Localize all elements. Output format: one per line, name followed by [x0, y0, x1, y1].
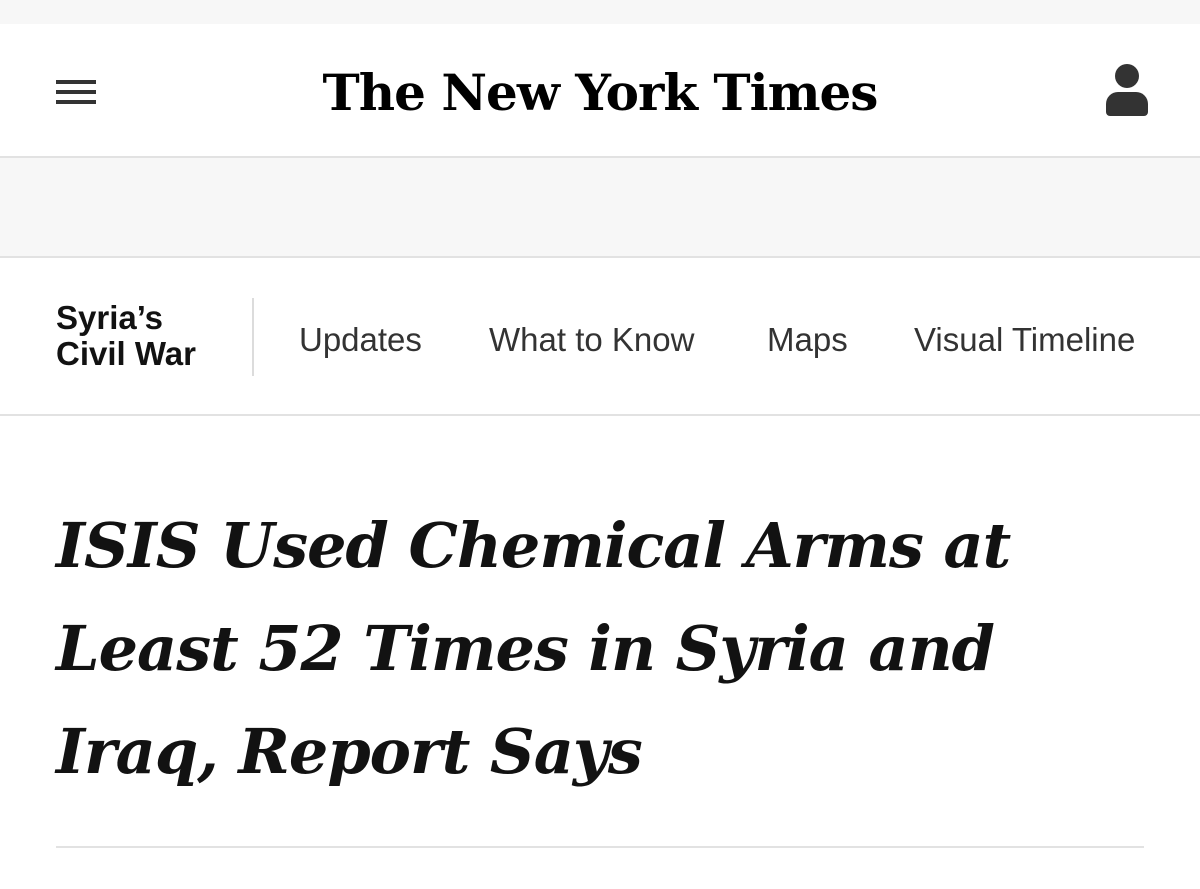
account-person-icon[interactable]	[1104, 64, 1150, 120]
nyt-logo[interactable]: The New York Times	[320, 54, 880, 132]
nav-maps[interactable]: Maps	[767, 320, 848, 360]
section-title[interactable]: Syria’s Civil War	[56, 300, 236, 372]
account-icon-body	[1106, 92, 1148, 116]
ad-placeholder	[0, 158, 1200, 258]
menu-bar	[56, 90, 96, 94]
account-icon-head	[1115, 64, 1139, 88]
top-strip	[0, 0, 1200, 24]
menu-bar	[56, 100, 96, 104]
headline-divider	[56, 846, 1144, 848]
nav-visual-timeline[interactable]: Visual Timeline	[914, 320, 1135, 360]
nyt-article-page: The New York Times Syria’s Civil War Upd…	[0, 0, 1200, 889]
section-nav: Syria’s Civil War Updates What to Know M…	[0, 260, 1200, 416]
hamburger-menu-icon[interactable]	[56, 76, 96, 108]
masthead: The New York Times	[0, 24, 1200, 158]
nav-updates[interactable]: Updates	[299, 320, 422, 360]
section-divider	[252, 298, 254, 376]
nav-what-to-know[interactable]: What to Know	[489, 320, 694, 360]
menu-bar	[56, 80, 96, 84]
article-headline: ISIS Used Chemical Arms at Least 52 Time…	[56, 509, 1011, 788]
